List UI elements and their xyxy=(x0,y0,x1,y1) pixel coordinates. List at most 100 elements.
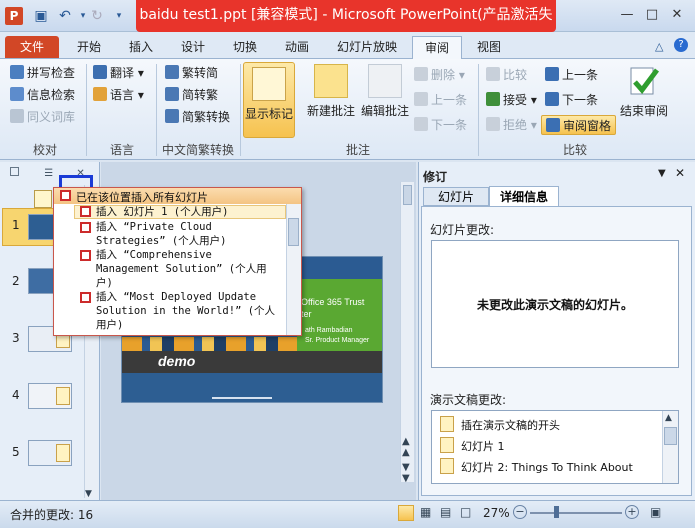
tab-slideshow[interactable]: 幻灯片放映 xyxy=(334,36,400,58)
slide-sorter-icon[interactable]: ▦ xyxy=(420,505,431,519)
new-comment-button[interactable]: 新建批注 xyxy=(303,64,359,119)
zoom-out-icon[interactable]: − xyxy=(513,505,527,519)
help-icon[interactable]: ? xyxy=(674,38,688,52)
traditional-to-simplified-button[interactable]: 繁转简 xyxy=(165,63,218,83)
zoom-in-icon[interactable]: + xyxy=(625,505,639,519)
tab-file[interactable]: 文件 xyxy=(5,36,59,58)
compare-button[interactable]: 比较 xyxy=(486,65,527,85)
next-change-button[interactable]: 下一条 xyxy=(545,90,598,110)
end-review-button[interactable]: 结束审阅 xyxy=(618,64,670,119)
thesaurus-button[interactable]: 同义词库 xyxy=(10,107,75,127)
save-icon[interactable]: ▣ xyxy=(32,7,50,25)
change-item[interactable]: 幻灯片 2: Things To Think About xyxy=(461,459,633,475)
next-slide-icon[interactable]: ▼ ▼ xyxy=(402,462,410,484)
tab-review[interactable]: 审阅 xyxy=(412,36,462,60)
tab-animations[interactable]: 动画 xyxy=(280,36,314,58)
pane-menu-icon[interactable]: ▼ xyxy=(658,168,666,179)
slide-number: 3 xyxy=(12,331,20,345)
slide-product-title: Office 365 Trust xyxy=(301,297,365,307)
group-label-proofing: 校对 xyxy=(32,143,57,157)
minimize-ribbon-icon[interactable]: △ xyxy=(655,40,663,53)
undo-icon[interactable]: ↶ xyxy=(56,7,74,25)
powerpoint-app-icon[interactable]: P xyxy=(5,7,23,25)
new-comment-icon xyxy=(314,64,348,98)
slide-presenter-role: Sr. Product Manager xyxy=(305,337,370,344)
chinese-convert-button[interactable]: 简繁转换 xyxy=(165,107,230,127)
language-button[interactable]: 语言 ▾ xyxy=(93,85,144,105)
slideshow-view-icon[interactable]: □ xyxy=(460,505,471,519)
tab-design[interactable]: 设计 xyxy=(176,36,210,58)
group-label-chinese: 中文简繁转换 xyxy=(161,143,234,157)
normal-view-icon[interactable] xyxy=(398,505,414,521)
presentation-changes-list: 插在演示文稿的开头 幻灯片 1 幻灯片 2: Things To Think A… xyxy=(431,410,679,484)
reject-button[interactable]: 拒绝 ▾ xyxy=(486,115,537,135)
accept-button[interactable]: 接受 ▾ xyxy=(486,90,537,110)
next-comment-button[interactable]: 下一条 xyxy=(414,115,467,135)
change-item[interactable]: 插在演示文稿的开头 xyxy=(461,417,560,433)
research-button[interactable]: 信息检索 xyxy=(10,85,75,105)
previous-change-button[interactable]: 上一条 xyxy=(545,65,598,85)
canvas-scroll-thumb[interactable] xyxy=(403,185,412,205)
prev-slide-icon[interactable]: ▲ ▲ xyxy=(402,436,410,458)
popup-header-checkbox[interactable] xyxy=(60,190,71,201)
popup-item[interactable]: 插入 “Most Deployed Update Solution in the … xyxy=(54,290,286,332)
tab-details[interactable]: 详细信息 xyxy=(489,186,559,207)
tab-insert[interactable]: 插入 xyxy=(124,36,158,58)
tab-view[interactable]: 视图 xyxy=(472,36,506,58)
reading-view-icon[interactable]: ▤ xyxy=(440,505,451,519)
s2t-icon xyxy=(165,87,179,101)
scroll-up-icon[interactable]: ▲ xyxy=(665,413,672,423)
previous-change-icon xyxy=(545,67,559,81)
spell-check-button[interactable]: 拼写检查 xyxy=(10,63,75,83)
research-icon xyxy=(10,87,24,101)
tab-transitions[interactable]: 切换 xyxy=(228,36,262,58)
close-icon[interactable]: ✕ xyxy=(666,6,688,24)
zoom-slider-thumb[interactable] xyxy=(554,506,559,518)
edit-comment-icon xyxy=(368,64,402,98)
show-markup-button[interactable]: 显示标记 xyxy=(243,62,295,138)
reviewing-pane-button[interactable]: 审阅窗格 xyxy=(541,115,617,135)
comment-marker-icon[interactable] xyxy=(56,444,70,462)
comment-marker-icon[interactable] xyxy=(34,190,52,208)
spell-check-icon xyxy=(10,65,24,79)
tab-home[interactable]: 开始 xyxy=(72,36,106,58)
pane-close-icon[interactable]: ✕ xyxy=(675,166,685,180)
minimize-icon[interactable]: — xyxy=(616,6,638,24)
delete-icon xyxy=(414,67,428,81)
previous-comment-button[interactable]: 上一条 xyxy=(414,90,467,110)
scroll-down-icon[interactable]: ▼ xyxy=(85,489,92,499)
slides-tab-icon[interactable] xyxy=(10,167,19,176)
fit-to-window-icon[interactable]: ▣ xyxy=(650,505,661,519)
insert-slides-popup[interactable]: 已在该位置插入所有幻灯片 插入 幻灯片 1 (个人用户) 插入 “Private… xyxy=(53,187,302,336)
popup-header[interactable]: 已在该位置插入所有幻灯片 xyxy=(54,188,301,204)
popup-item[interactable]: 插入 “Private Cloud Strategies” (个人用户) xyxy=(54,220,286,248)
translate-icon xyxy=(93,65,107,79)
thesaurus-icon xyxy=(10,109,24,123)
popup-item[interactable]: 插入 幻灯片 1 (个人用户) xyxy=(54,205,286,219)
group-divider xyxy=(86,64,87,156)
tab-slides-changes[interactable]: 幻灯片 xyxy=(423,187,489,206)
group-label-language: 语言 xyxy=(109,143,134,157)
comment-marker-icon[interactable] xyxy=(56,387,70,405)
zoom-slider-track[interactable] xyxy=(530,512,622,514)
outline-tab-icon[interactable]: ☰ xyxy=(44,168,53,179)
group-divider xyxy=(240,64,241,156)
zoom-level[interactable]: 27% xyxy=(483,506,510,520)
redo-icon[interactable]: ↻ xyxy=(88,7,106,25)
popup-item[interactable]: 插入 “Comprehensive Management Solution” (个… xyxy=(54,248,286,290)
revisions-pane-title: 修订 xyxy=(423,170,448,184)
delete-comment-button[interactable]: 删除 ▾ xyxy=(414,65,465,85)
edit-comment-button[interactable]: 编辑批注 xyxy=(358,64,412,119)
slide-product-title-2: ter xyxy=(301,309,312,319)
maximize-icon[interactable]: □ xyxy=(641,6,663,24)
slide-number: 5 xyxy=(12,445,20,459)
simplified-to-traditional-button[interactable]: 简转繁 xyxy=(165,85,218,105)
changes-scroll-thumb[interactable] xyxy=(664,427,677,445)
translate-button[interactable]: 翻译 ▾ xyxy=(93,63,144,83)
popup-scroll-thumb[interactable] xyxy=(288,218,299,246)
slide-number: 1 xyxy=(12,218,20,232)
group-label-compare: 比较 xyxy=(562,143,587,157)
slide-number: 4 xyxy=(12,388,20,402)
change-item[interactable]: 幻灯片 1 xyxy=(461,438,505,454)
customize-qat-icon[interactable]: ▾ xyxy=(110,7,128,25)
